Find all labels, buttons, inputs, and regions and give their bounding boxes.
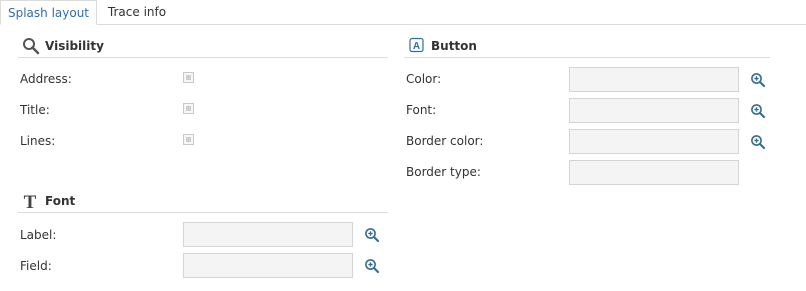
lines-checkbox[interactable] xyxy=(183,134,194,145)
button-color-field[interactable] xyxy=(569,67,739,92)
tab-bar: Splash layout Trace info xyxy=(0,0,806,25)
label-font-label: Label: xyxy=(20,228,57,242)
button-color-zoom-icon[interactable] xyxy=(750,72,766,88)
button-font-label: Font: xyxy=(406,103,437,117)
button-section-title: Button xyxy=(431,39,477,53)
field-font-label: Field: xyxy=(20,259,52,273)
field-font-zoom-icon[interactable] xyxy=(364,258,380,274)
tab-splash-layout[interactable]: Splash layout xyxy=(0,0,97,25)
visibility-section-title: Visibility xyxy=(45,39,104,53)
search-icon xyxy=(22,37,40,55)
button-font-field[interactable] xyxy=(569,98,739,123)
field-font-field[interactable] xyxy=(183,253,353,278)
button-section-header: A Button xyxy=(404,37,770,58)
border-color-label: Border color: xyxy=(406,134,484,148)
address-label: Address: xyxy=(20,72,72,86)
svg-text:A: A xyxy=(413,41,420,52)
label-font-zoom-icon[interactable] xyxy=(364,227,380,243)
svg-text:T: T xyxy=(24,192,37,210)
button-font-zoom-icon[interactable] xyxy=(750,103,766,119)
border-color-zoom-icon[interactable] xyxy=(750,134,766,150)
button-color-label: Color: xyxy=(406,72,442,86)
font-icon: T xyxy=(22,192,40,213)
font-section-title: Font xyxy=(45,194,76,208)
border-type-field[interactable] xyxy=(569,160,739,185)
visibility-section-header: Visibility xyxy=(18,37,388,58)
font-section-header: T Font xyxy=(18,192,388,213)
border-color-field[interactable] xyxy=(569,129,739,154)
tab-trace-info[interactable]: Trace info xyxy=(100,0,174,24)
title-checkbox[interactable] xyxy=(183,103,194,114)
title-label: Title: xyxy=(20,103,50,117)
label-font-field[interactable] xyxy=(183,222,353,247)
border-type-label: Border type: xyxy=(406,165,481,179)
button-icon: A xyxy=(408,37,426,55)
lines-label: Lines: xyxy=(20,134,56,148)
address-checkbox[interactable] xyxy=(183,72,194,83)
